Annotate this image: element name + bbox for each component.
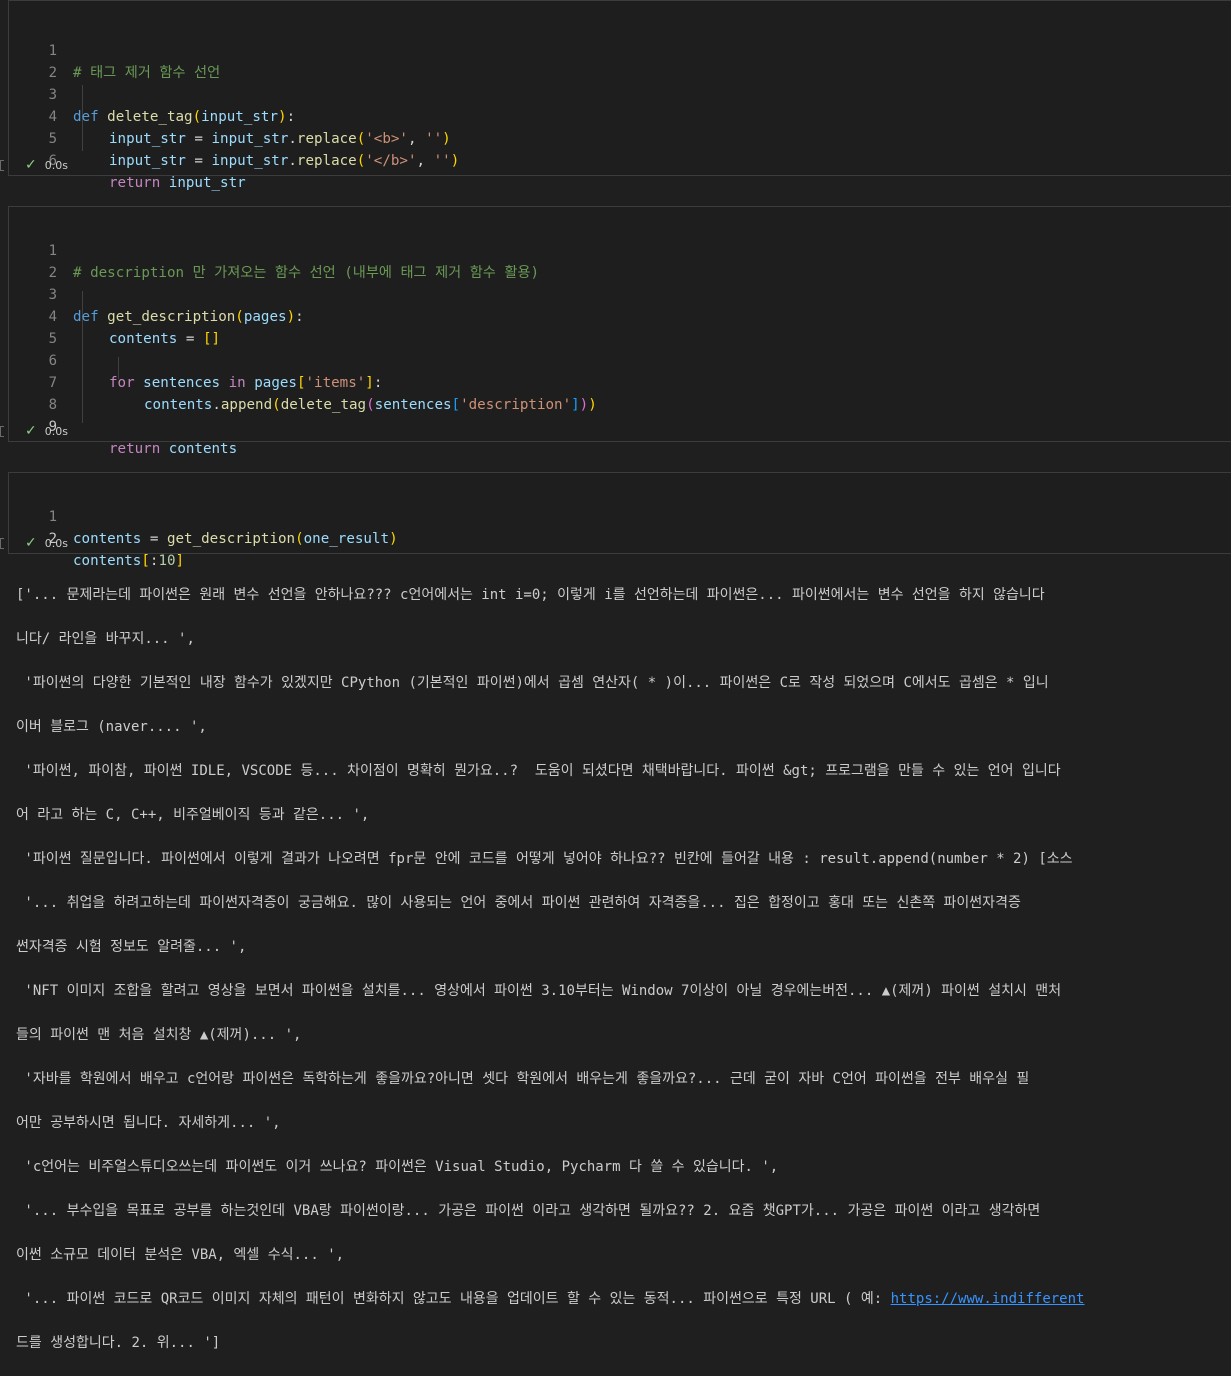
- output-line: 어만 공부하시면 됩니다. 자세하게... ',: [16, 1115, 281, 1131]
- code-cell-3[interactable]: 1 contents = get_description(one_result)…: [8, 472, 1231, 569]
- output-line: 이썬 소규모 데이터 분석은 VBA, 엑셀 수식... ',: [16, 1247, 345, 1263]
- code-line[interactable]: 8: [9, 372, 1209, 413]
- function-name-token: get_description: [166, 531, 296, 547]
- code-line[interactable]: 6 for sentences in pages['items']:: [9, 328, 1209, 391]
- variable-token: contents: [73, 531, 142, 547]
- collapse-handle-icon[interactable]: [0, 160, 4, 171]
- string-token: '': [433, 153, 451, 169]
- code-line[interactable]: 3 def get_description(pages):: [9, 262, 1209, 325]
- code-cell-2[interactable]: 1 # description 만 가져오는 함수 선언 (내부에 태그 제거 …: [8, 206, 1231, 457]
- code-line[interactable]: 2 contents[:10]: [9, 506, 1209, 569]
- output-line: 썬자격증 시험 정보도 알려줄... ',: [16, 939, 247, 955]
- collapse-handle-icon[interactable]: [0, 426, 4, 437]
- dot-token: .: [288, 153, 297, 169]
- bracket-token: ): [450, 153, 460, 169]
- string-token: '</b>': [365, 153, 417, 169]
- output-line: 어 라고 하는 C, C++, 비주얼베이직 등과 같은... ',: [16, 807, 370, 823]
- output-line: '... 취업을 하려고하는데 파이썬자격증이 궁금해요. 많이 사용되는 언어…: [16, 895, 1021, 911]
- code-line[interactable]: 2: [9, 40, 1209, 81]
- output-line: 들의 파이썬 맨 처음 설치창 ▲(제꺼)... ',: [16, 1027, 302, 1043]
- function-name-token: replace: [296, 153, 357, 169]
- output-line: 드를 생성합니다. 2. 위... ']: [16, 1335, 221, 1351]
- code-line[interactable]: 2: [9, 240, 1209, 281]
- output-line: '자바를 학원에서 배우고 c언어랑 파이썬은 독학하는게 좋을까요?아니면 셋…: [16, 1071, 1030, 1087]
- variable-token: input_str: [168, 175, 246, 191]
- code-line[interactable]: 3 def delete_tag(input_str):: [9, 62, 1209, 125]
- code-line[interactable]: 1 contents = get_description(one_result): [9, 484, 1209, 547]
- check-icon: ✓: [25, 535, 37, 551]
- output-line: '파이썬, 파이참, 파이썬 IDLE, VSCODE 등... 차이점이 명확…: [16, 763, 1061, 779]
- execution-time: 0.0s: [44, 537, 68, 550]
- code-line[interactable]: 1 # description 만 가져오는 함수 선언 (내부에 태그 제거 …: [9, 218, 1209, 281]
- keyword-token: return: [109, 441, 161, 457]
- comma-token: ,: [416, 153, 434, 169]
- code-line[interactable]: 6 return input_str: [9, 128, 1209, 191]
- execution-time: 0.0s: [44, 159, 68, 172]
- output-line: 'NFT 이미지 조합을 할려고 영상을 보면서 파이썬을 설치를... 영상에…: [16, 983, 1062, 999]
- operator-token: =: [185, 153, 212, 169]
- code-line[interactable]: 5: [9, 306, 1209, 347]
- output-link[interactable]: https://www.indifferent: [891, 1291, 1085, 1307]
- output-line: '... 부수입을 목표로 공부를 하는것인데 VBA랑 파이썬이랑... 가공…: [16, 1203, 1041, 1219]
- code-line[interactable]: 9 return contents: [9, 394, 1209, 457]
- execution-time: 0.0s: [44, 425, 68, 438]
- output-line: 니다/ 라인을 바꾸지... ',: [16, 631, 195, 647]
- output-line-text: '... 파이썬 코드로 QR코드 이미지 자체의 패턴이 변화하지 않고도 내…: [16, 1291, 891, 1307]
- execution-status: ✓ 0.0s: [25, 421, 68, 441]
- keyword-token: return: [109, 175, 161, 191]
- cell-output[interactable]: ['... 문제라는데 파이썬은 원래 변수 선언을 안하나요??? c언어에서…: [16, 562, 1231, 1376]
- output-line: 이버 블로그 (naver.... ',: [16, 719, 207, 735]
- output-line: ['... 문제라는데 파이썬은 원래 변수 선언을 안하나요??? c언어에서…: [16, 587, 1045, 603]
- code-line[interactable]: 5 input_str = input_str.replace('</b>', …: [9, 106, 1209, 169]
- operator-token: =: [141, 531, 167, 547]
- collapse-handle-icon[interactable]: [0, 538, 4, 549]
- output-line: '... 파이썬 코드로 QR코드 이미지 자체의 패턴이 변화하지 않고도 내…: [16, 1288, 1231, 1310]
- code-line[interactable]: 4 contents = []: [9, 284, 1209, 347]
- execution-status: ✓ 0.0s: [25, 155, 68, 175]
- code-line[interactable]: 7 contents.append(delete_tag(sentences['…: [9, 350, 1209, 413]
- variable-token: contents: [168, 441, 238, 457]
- code-cell-1[interactable]: 1 # 태그 제거 함수 선언 2 3 def delete_tag(input…: [8, 0, 1231, 191]
- bracket-token: ): [389, 531, 398, 547]
- variable-token: input_str: [109, 153, 186, 169]
- output-line: '파이썬 질문입니다. 파이썬에서 이렇게 결과가 나오려면 fpr문 안에 코…: [16, 851, 1073, 867]
- bracket-token: (: [295, 531, 304, 547]
- execution-status: ✓ 0.0s: [25, 533, 68, 553]
- output-line: 'c언어는 비주얼스튜디오쓰는데 파이썬도 이거 쓰나요? 파이썬은 Visua…: [16, 1159, 779, 1175]
- check-icon: ✓: [25, 157, 37, 173]
- code-line[interactable]: 1 # 태그 제거 함수 선언: [9, 18, 1209, 81]
- output-line: '파이썬의 다양한 기본적인 내장 함수가 있겠지만 CPython (기본적인…: [16, 675, 1049, 691]
- variable-token: one_result: [303, 531, 390, 547]
- bracket-token: (: [356, 153, 366, 169]
- check-icon: ✓: [25, 423, 37, 439]
- variable-token: input_str: [211, 153, 289, 169]
- code-line[interactable]: 4 input_str = input_str.replace('<b>', '…: [9, 84, 1209, 147]
